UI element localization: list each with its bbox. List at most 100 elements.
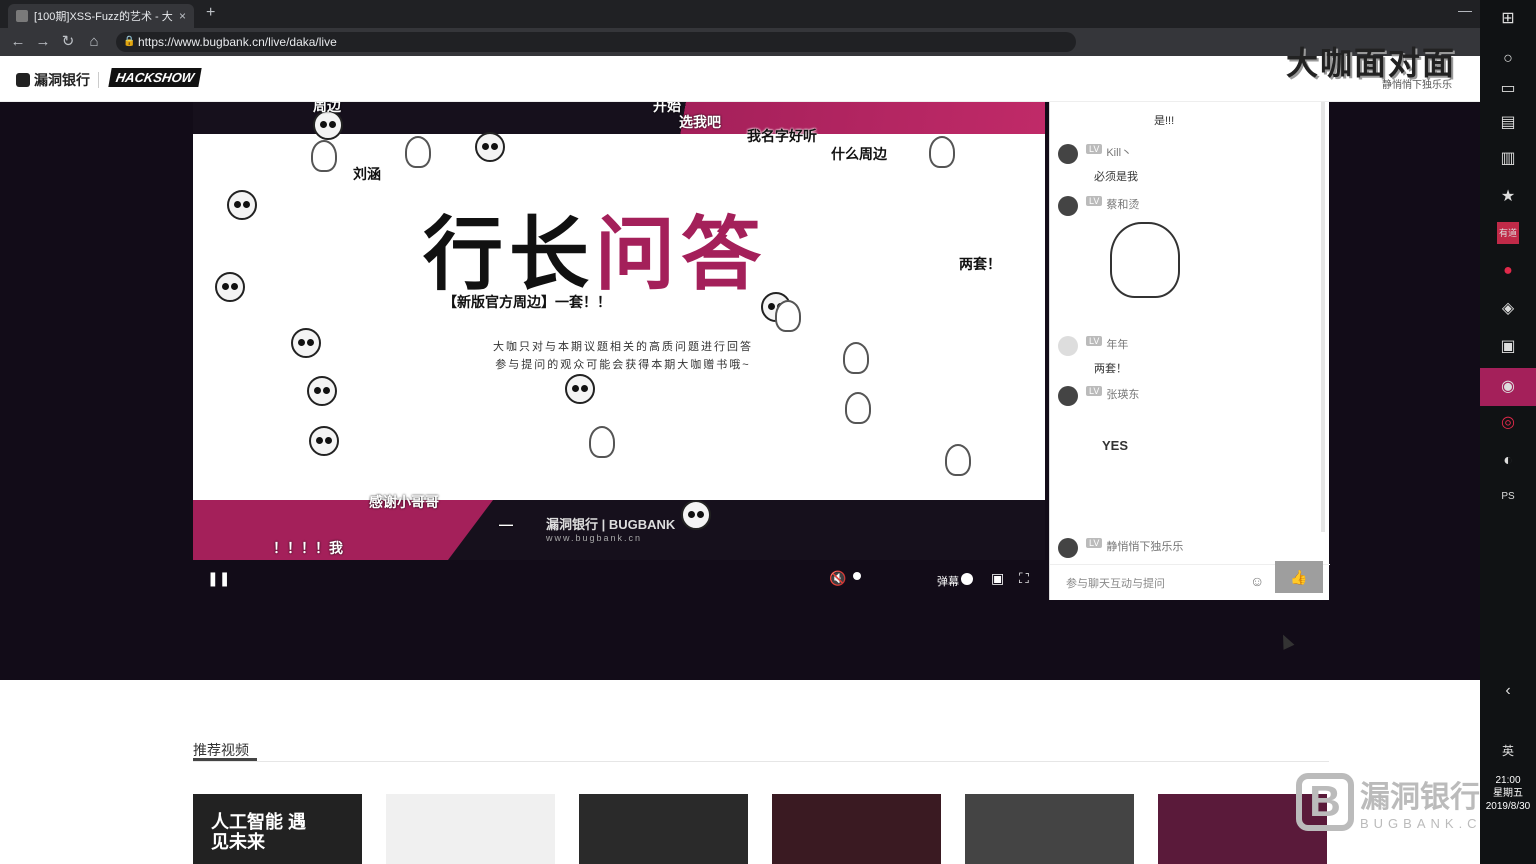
fullscreen-icon[interactable]: ⛶ bbox=[1019, 570, 1029, 587]
avatar[interactable] bbox=[1058, 386, 1078, 406]
photoshop-icon[interactable]: PS bbox=[1497, 486, 1519, 508]
search-icon[interactable]: ○ bbox=[1497, 48, 1519, 70]
ghost-sticker-icon bbox=[405, 136, 431, 168]
browser-app-icon[interactable]: ◐ bbox=[1497, 450, 1519, 472]
picture-in-picture-icon[interactable]: ▣ bbox=[991, 570, 1004, 587]
star-app-icon[interactable]: ★ bbox=[1497, 186, 1519, 208]
video-thumbnail[interactable] bbox=[772, 794, 941, 864]
emoji-icon[interactable]: ☺ bbox=[1250, 573, 1264, 589]
forward-arrow-icon[interactable]: → bbox=[33, 32, 53, 52]
recommended-section-title: 推荐视频 bbox=[193, 742, 249, 758]
chat-message: LV Kill丶 bbox=[1058, 144, 1132, 164]
tray-expand-icon[interactable]: ‹ bbox=[1497, 680, 1519, 702]
box-app-icon[interactable]: ◈ bbox=[1497, 298, 1519, 320]
chat-message: LV 静悄悄下独乐乐 bbox=[1058, 538, 1183, 558]
input-language-indicator[interactable]: 英 bbox=[1497, 740, 1519, 762]
url-text: https://www.bugbank.cn/live/daka/live bbox=[138, 35, 337, 49]
volume-slider-knob[interactable] bbox=[853, 572, 861, 580]
record-app-icon[interactable]: ● bbox=[1497, 260, 1519, 282]
like-button[interactable]: 👍 bbox=[1275, 561, 1323, 593]
watermark-bottom-en: BUGBANK.CN bbox=[1360, 816, 1496, 831]
slide-title-part2: 问答 bbox=[595, 210, 767, 299]
youdao-app-icon[interactable]: 有道 bbox=[1497, 222, 1519, 244]
panda-meme-icon bbox=[565, 374, 595, 404]
slide-bottom-logo: 漏洞银行 | BUGBANK www.bugbank.cn bbox=[546, 514, 675, 543]
netease-music-icon[interactable]: ◎ bbox=[1497, 412, 1519, 434]
ghost-sticker-icon bbox=[929, 136, 955, 168]
bugbank-logo-icon bbox=[16, 73, 30, 87]
chat-message: LV 年年 bbox=[1058, 336, 1128, 356]
ghost-sticker-icon bbox=[945, 444, 971, 476]
user-level-badge: LV bbox=[1086, 538, 1103, 548]
mute-icon[interactable]: 🔇 bbox=[829, 570, 846, 587]
slide-bottom-url: www.bugbank.cn bbox=[546, 533, 643, 543]
chat-sticker-text: YES bbox=[1102, 438, 1129, 453]
slide-title-part1: 行长 bbox=[423, 210, 595, 299]
start-windows-icon[interactable]: ⊞ bbox=[1497, 8, 1519, 30]
minimize-window-button[interactable]: — bbox=[1458, 2, 1472, 18]
browser-tab[interactable]: [100期]XSS-Fuzz的艺术 - 大咖 × bbox=[8, 4, 194, 28]
danmaku-text: 开始 bbox=[653, 102, 681, 114]
danmaku-toggle-label[interactable]: 弹幕 bbox=[937, 573, 959, 589]
video-frame[interactable]: 行长问答 大咖只对与本期议题相关的高质问题进行回答 参与提问的观众可能会获得本期… bbox=[193, 102, 1045, 560]
video-thumbnail[interactable] bbox=[579, 794, 748, 864]
chat-scrollbar[interactable] bbox=[1321, 102, 1325, 532]
slide-title: 行长问答 bbox=[423, 190, 767, 306]
ghost-sticker-icon bbox=[845, 392, 871, 424]
danmaku-text: 选我吧 bbox=[679, 114, 721, 130]
hackshow-logo[interactable]: HACKSHOW bbox=[108, 68, 202, 87]
close-tab-icon[interactable]: × bbox=[179, 9, 186, 23]
video-thumbnail[interactable] bbox=[965, 794, 1134, 864]
url-input[interactable]: 🔒 https://www.bugbank.cn/live/daka/live bbox=[116, 32, 1076, 52]
browser-tabbar: [100期]XSS-Fuzz的艺术 - 大咖 × + — bbox=[0, 0, 1480, 28]
danmaku-text: — bbox=[499, 516, 513, 532]
back-arrow-icon[interactable]: ← bbox=[8, 32, 28, 52]
danmaku-text: 周边 bbox=[313, 102, 341, 114]
user-level-badge: LV bbox=[1086, 336, 1103, 346]
slide-bottom-logo-text: 漏洞银行 | BUGBANK bbox=[546, 517, 676, 532]
reload-icon[interactable]: ↻ bbox=[58, 32, 78, 52]
danmaku-text: 感谢小哥哥 bbox=[369, 494, 439, 510]
slide-subtitle-line2: 参与提问的观众可能会获得本期大咖赠书哦~ bbox=[495, 359, 751, 371]
panda-meme-icon bbox=[291, 328, 321, 358]
watermark-subtitle: 静悄悄下独乐乐 bbox=[1382, 80, 1452, 91]
ghost-sticker-icon bbox=[311, 140, 337, 172]
panda-meme-icon bbox=[307, 376, 337, 406]
new-tab-button[interactable]: + bbox=[206, 4, 215, 22]
avatar[interactable] bbox=[1058, 196, 1078, 216]
chat-message-text: 是!!! bbox=[1154, 115, 1175, 127]
slide-subtitle-line1: 大咖只对与本期议题相关的高质问题进行回答 bbox=[493, 341, 753, 353]
panda-meme-icon bbox=[227, 190, 257, 220]
avatar[interactable] bbox=[1058, 144, 1078, 164]
ghost-sticker-icon bbox=[843, 342, 869, 374]
video-thumbnail[interactable]: 人工智能 遇见未来 bbox=[193, 794, 362, 864]
panda-meme-icon bbox=[475, 132, 505, 162]
bugbank-logo-text: 漏洞银行 bbox=[34, 72, 90, 88]
danmaku-text: 我名字好听 bbox=[747, 128, 817, 144]
avatar[interactable] bbox=[1058, 336, 1078, 356]
file-explorer-icon[interactable]: ▤ bbox=[1497, 112, 1519, 134]
tab-title: [100期]XSS-Fuzz的艺术 - 大咖 bbox=[34, 11, 173, 23]
video-thumbnail[interactable] bbox=[386, 794, 555, 864]
chat-input-field[interactable]: 参与聊天互动与提问 bbox=[1066, 575, 1165, 591]
chrome-icon[interactable]: ◉ bbox=[1497, 376, 1519, 398]
pause-icon[interactable]: ❚❚ bbox=[207, 570, 230, 587]
danmaku-toggle-switch[interactable] bbox=[961, 573, 973, 585]
clock-date: 2019/8/30 bbox=[1485, 801, 1531, 812]
chat-username: 张瑛东 bbox=[1106, 389, 1140, 401]
site-header: 漏洞银行 HACKSHOW bbox=[0, 56, 1480, 102]
chat-message: LV 蔡和烫 bbox=[1058, 196, 1139, 216]
pc-app-icon[interactable]: ▣ bbox=[1497, 336, 1519, 358]
home-icon[interactable]: ⌂ bbox=[84, 32, 104, 52]
avatar[interactable] bbox=[1058, 538, 1078, 558]
windows-taskbar: ⊞ ○ ▭ ▤ ▥ ★ 有道 ● ◈ ▣ ◉ ◎ ◐ PS ‹ 英 21:00 … bbox=[1480, 0, 1536, 864]
task-view-icon[interactable]: ▭ bbox=[1497, 78, 1519, 100]
office-app-icon[interactable]: ▥ bbox=[1497, 148, 1519, 170]
system-clock[interactable]: 21:00 星期五 2019/8/30 bbox=[1484, 774, 1532, 813]
clock-weekday: 星期五 bbox=[1493, 788, 1523, 799]
bugbank-logo[interactable]: 漏洞银行 bbox=[16, 70, 90, 90]
panda-meme-icon bbox=[681, 500, 711, 530]
chat-username: 静悄悄下独乐乐 bbox=[1106, 541, 1184, 553]
clock-time: 21:00 bbox=[1495, 775, 1521, 786]
danmaku-text: ！！！！我 bbox=[273, 540, 343, 556]
